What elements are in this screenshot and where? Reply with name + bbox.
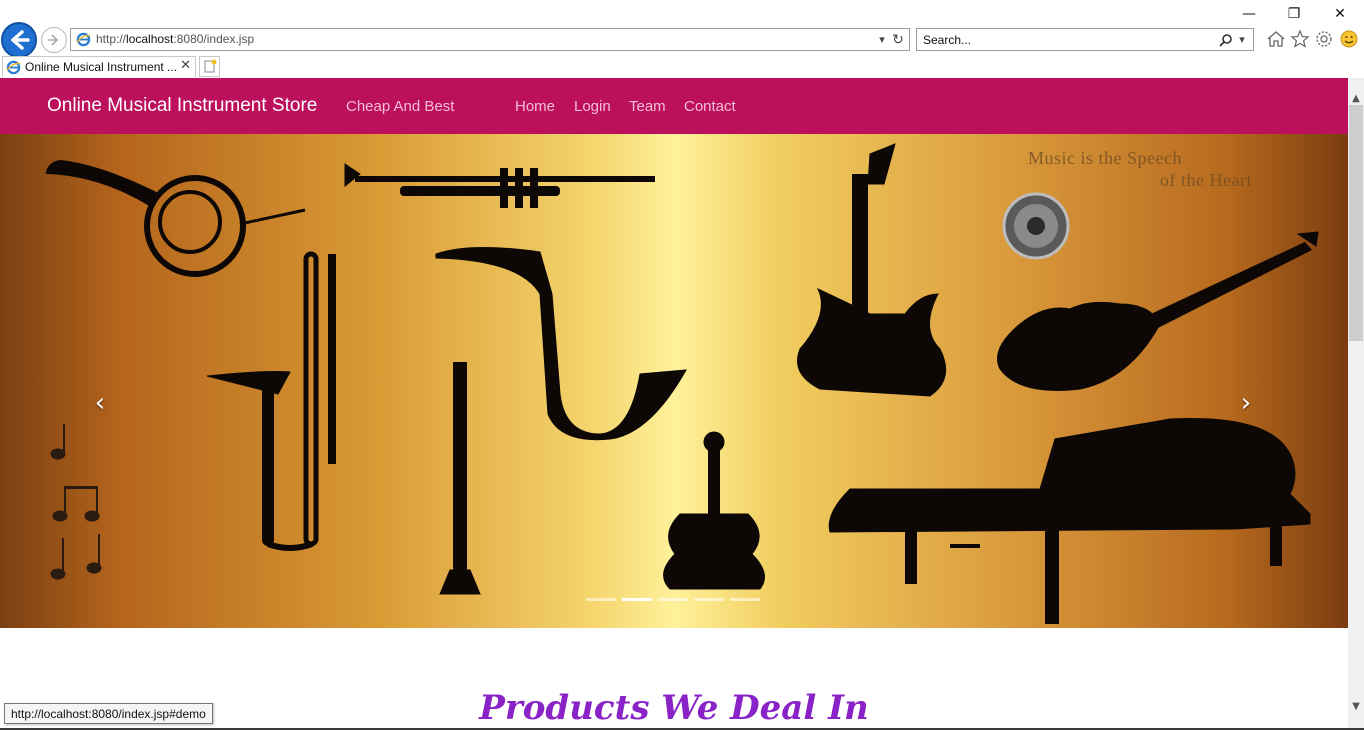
trumpet-icon	[344, 163, 655, 208]
carousel-indicator[interactable]	[694, 598, 724, 601]
back-button[interactable]	[1, 22, 37, 58]
carousel-next-icon[interactable]: ›	[1231, 384, 1261, 422]
search-input[interactable]	[917, 29, 1213, 50]
clarinet-icon	[439, 362, 481, 595]
new-tab-button[interactable]	[199, 56, 220, 77]
carousel-indicator[interactable]	[730, 598, 760, 601]
scrollbar-thumb[interactable]	[1349, 105, 1363, 341]
nav-link-login[interactable]: Login	[574, 98, 611, 115]
brand-tagline: Cheap And Best	[346, 98, 455, 115]
forward-button[interactable]	[41, 27, 67, 53]
tab-title: Online Musical Instrument ...	[25, 60, 178, 74]
url-path: :8080/index.jsp	[173, 32, 255, 46]
saxophone-icon	[435, 246, 687, 441]
ie-page-icon	[76, 32, 91, 47]
violin-icon	[663, 431, 765, 590]
back-arrow-icon	[11, 30, 30, 50]
gear-icon[interactable]	[1313, 28, 1335, 50]
navbar: Online Musical Instrument Store Cheap An…	[0, 78, 1348, 134]
browser-tab[interactable]: Online Musical Instrument ... ✕	[2, 56, 196, 77]
search-icon[interactable]	[1219, 33, 1233, 47]
tab-close-icon[interactable]: ✕	[180, 58, 191, 73]
banner-quote-line-1: Music is the Speech	[1028, 148, 1182, 168]
carousel-prev-icon[interactable]: ‹	[85, 384, 115, 422]
refresh-icon[interactable]: ↻	[889, 30, 907, 50]
carousel-indicator[interactable]	[658, 598, 688, 601]
music-notes-icon	[50, 424, 102, 580]
french-horn-icon	[45, 159, 306, 277]
status-url-tooltip: http://localhost:8080/index.jsp#demo	[4, 703, 213, 724]
nav-link-home[interactable]: Home	[515, 98, 555, 115]
forward-arrow-icon	[48, 34, 59, 46]
trombone-icon	[206, 251, 336, 551]
favorites-star-icon[interactable]	[1289, 28, 1311, 50]
url-host: localhost	[126, 32, 174, 46]
nav-link-team[interactable]: Team	[629, 98, 666, 115]
nav-link-contact[interactable]: Contact	[684, 98, 736, 115]
vertical-scrollbar[interactable]: ▲ ▼	[1348, 78, 1364, 730]
home-icon[interactable]	[1265, 28, 1287, 50]
instruments-banner-image	[45, 143, 1319, 624]
address-bar[interactable]: http://localhost:8080/index.jsp ▾ ↻	[70, 28, 910, 51]
grand-piano-icon	[828, 417, 1311, 624]
speaker-icon	[1002, 192, 1070, 260]
close-window-icon[interactable]: ✕	[1325, 4, 1355, 24]
page-viewport: Online Musical Instrument Store Cheap An…	[0, 78, 1348, 730]
tab-ie-icon	[6, 60, 21, 75]
new-tab-icon	[204, 59, 217, 73]
browser-chrome: — ❐ ✕ http://localhost:8080/index.jsp ▾ …	[0, 0, 1364, 78]
banner-quote-line-2: of the Heart	[1160, 170, 1252, 190]
carousel-indicator[interactable]	[586, 598, 616, 601]
electric-guitar-icon	[797, 143, 947, 397]
hero-carousel[interactable]: Music is the Speech of the Heart ‹ ›	[0, 134, 1348, 628]
scroll-down-icon[interactable]: ▼	[1348, 698, 1364, 715]
search-dropdown-icon[interactable]: ▾	[1233, 30, 1251, 50]
restore-icon[interactable]: ❐	[1279, 4, 1309, 24]
address-url[interactable]: http://localhost:8080/index.jsp	[96, 32, 254, 46]
search-box[interactable]: ▾	[916, 28, 1254, 51]
brand-title[interactable]: Online Musical Instrument Store	[47, 95, 317, 117]
carousel-indicator[interactable]	[622, 598, 652, 601]
url-scheme: http://	[96, 32, 127, 46]
minimize-icon[interactable]: —	[1234, 4, 1264, 24]
feedback-smiley-icon[interactable]	[1338, 28, 1360, 50]
